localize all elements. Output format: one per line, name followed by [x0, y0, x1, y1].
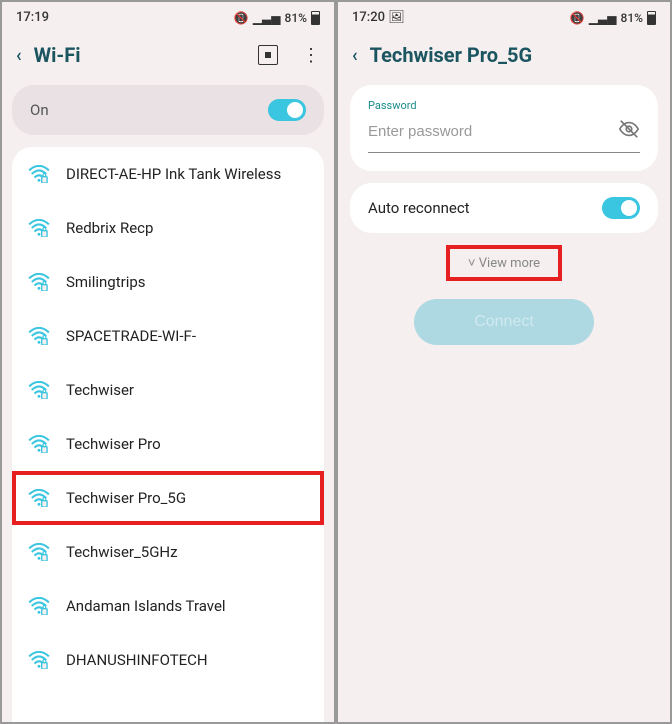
signal-icon: ▁▃▅	[589, 11, 617, 25]
wifi-lock-icon	[28, 597, 50, 615]
wifi-lock-icon	[28, 273, 50, 291]
mute-icon: 📵	[234, 11, 249, 25]
battery-icon	[647, 11, 656, 25]
wifi-network-item[interactable]: Techwiser	[12, 363, 324, 417]
wifi-network-name: Techwiser Pro_5G	[66, 489, 186, 507]
mute-icon: 📵	[570, 11, 585, 25]
auto-reconnect-label: Auto reconnect	[368, 199, 470, 217]
wifi-network-item[interactable]: Redbrix Recp	[12, 201, 324, 255]
back-icon[interactable]: ‹	[352, 45, 358, 66]
right-screen: 17:20 🖼 📵 ▁▃▅ 81% ‹ Techwiser Pro_5G Pas…	[336, 0, 672, 724]
wifi-lock-icon	[28, 165, 50, 183]
toggle-label: On	[30, 101, 49, 119]
visibility-off-icon[interactable]	[618, 118, 640, 144]
wifi-lock-icon	[28, 435, 50, 453]
wifi-network-name: DIRECT-AE-HP Ink Tank Wireless	[66, 165, 281, 183]
battery-percent: 81%	[285, 11, 307, 25]
wifi-toggle-row[interactable]: On	[12, 85, 324, 135]
wifi-network-item[interactable]: Techwiser_5GHz	[12, 525, 324, 579]
wifi-network-name: Techwiser Pro	[66, 435, 161, 453]
status-indicators: 📵 ▁▃▅ 81%	[234, 11, 320, 25]
network-title: Techwiser Pro_5G	[370, 43, 656, 67]
status-indicators: 📵 ▁▃▅ 81%	[570, 11, 656, 25]
chevron-down-icon: ˅	[468, 256, 476, 271]
battery-percent: 81%	[621, 11, 643, 25]
wifi-lock-icon	[28, 651, 50, 669]
wifi-network-name: Smilingtrips	[66, 273, 146, 291]
wifi-network-name: SPACETRADE-WI-F-	[66, 327, 196, 345]
connect-button[interactable]: Connect	[414, 299, 594, 345]
password-row	[368, 112, 640, 153]
password-label: Password	[368, 99, 640, 112]
wifi-lock-icon	[28, 381, 50, 399]
wifi-toggle[interactable]	[268, 99, 306, 121]
auto-reconnect-row[interactable]: Auto reconnect	[350, 183, 658, 233]
wifi-network-name: Techwiser_5GHz	[66, 543, 178, 561]
more-icon[interactable]: ⋮	[302, 45, 320, 66]
wifi-lock-icon	[28, 327, 50, 345]
status-bar: 17:19 📵 ▁▃▅ 81%	[2, 2, 334, 29]
wifi-network-name: Techwiser	[66, 381, 134, 399]
wifi-network-item[interactable]: Andaman Islands Travel	[12, 579, 324, 633]
view-more-button[interactable]: ˅ View more	[450, 249, 558, 277]
status-time: 17:20 🖼	[352, 10, 405, 25]
wifi-network-name: Andaman Islands Travel	[66, 597, 226, 615]
wifi-networks-list: DIRECT-AE-HP Ink Tank Wireless Redbrix Re…	[12, 147, 324, 722]
wifi-lock-icon	[28, 543, 50, 561]
status-time: 17:19	[16, 10, 49, 25]
wifi-network-name: DHANUSHINFOTECH	[66, 651, 208, 669]
password-card: Password	[350, 85, 658, 171]
wifi-network-item[interactable]: Techwiser Pro	[12, 417, 324, 471]
wifi-network-name: Redbrix Recp	[66, 219, 153, 237]
page-title: Wi-Fi	[34, 43, 246, 67]
signal-icon: ▁▃▅	[253, 11, 281, 25]
left-screen: 17:19 📵 ▁▃▅ 81% ‹ Wi-Fi ⋮ On DIRECT-AE-H…	[0, 0, 336, 724]
wifi-network-item[interactable]: Smilingtrips	[12, 255, 324, 309]
wifi-network-item[interactable]: Techwiser Pro_5G	[12, 471, 324, 525]
wifi-lock-icon	[28, 489, 50, 507]
battery-icon	[311, 11, 320, 25]
network-header: ‹ Techwiser Pro_5G	[338, 29, 670, 85]
status-bar: 17:20 🖼 📵 ▁▃▅ 81%	[338, 2, 670, 29]
password-input[interactable]	[368, 123, 618, 140]
wifi-network-item[interactable]: SPACETRADE-WI-F-	[12, 309, 324, 363]
wifi-network-item[interactable]: DIRECT-AE-HP Ink Tank Wireless	[12, 147, 324, 201]
view-more-row: ˅ View more	[338, 233, 670, 293]
auto-reconnect-toggle[interactable]	[602, 197, 640, 219]
wifi-lock-icon	[28, 219, 50, 237]
wifi-header: ‹ Wi-Fi ⋮	[2, 29, 334, 85]
qr-scan-icon[interactable]	[258, 45, 278, 65]
wifi-network-item[interactable]: DHANUSHINFOTECH	[12, 633, 324, 687]
back-icon[interactable]: ‹	[16, 45, 22, 66]
